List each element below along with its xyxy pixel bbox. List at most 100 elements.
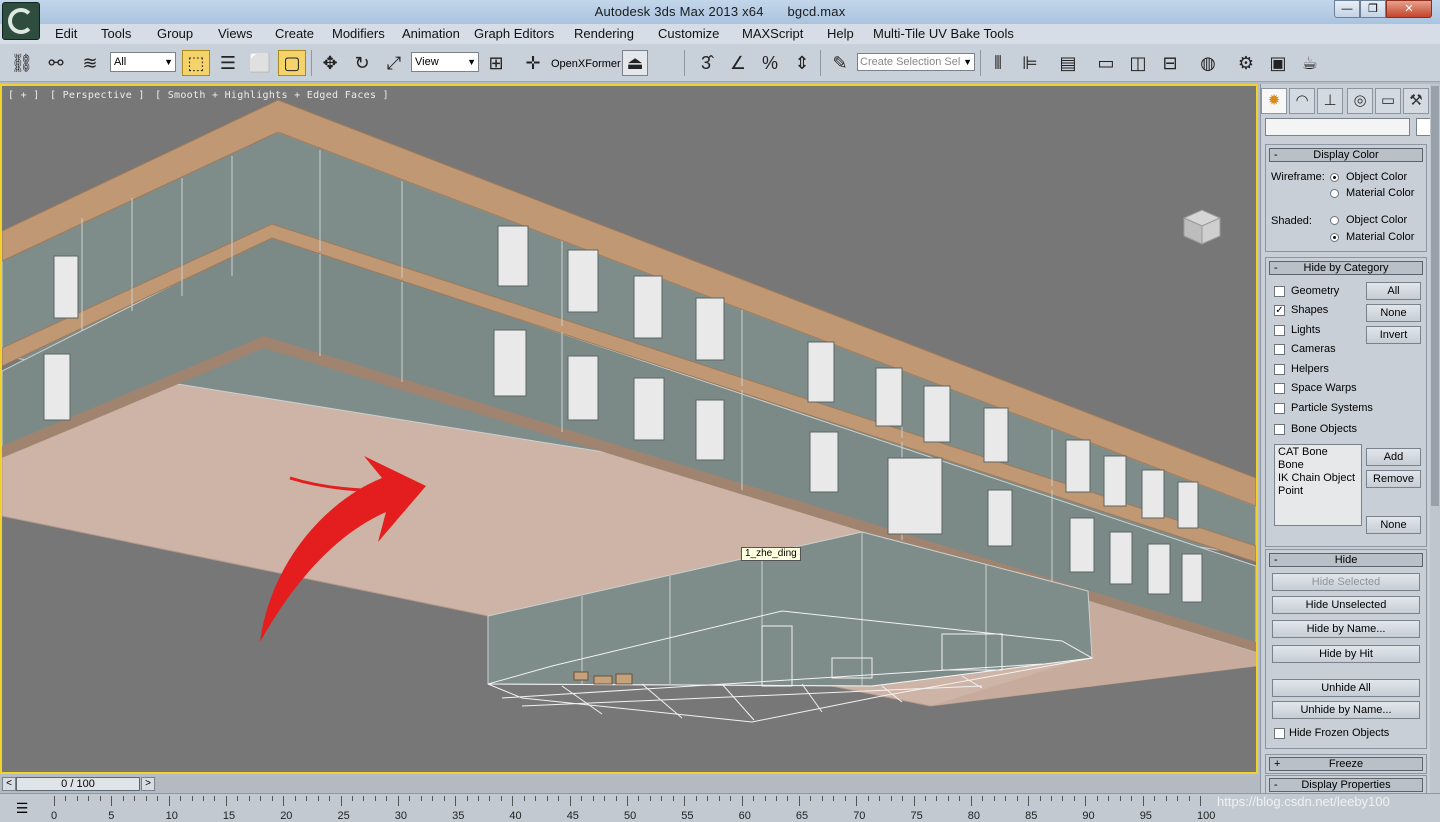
bone-objects-checkbox[interactable]: [1274, 424, 1285, 435]
angle-snap-icon[interactable]: ∠: [724, 50, 752, 76]
snaps-toggle-icon[interactable]: 3̂: [692, 50, 720, 76]
list-item[interactable]: IK Chain Object: [1278, 472, 1358, 485]
category-list[interactable]: CAT Bone Bone IK Chain Object Point: [1274, 444, 1362, 526]
shaded-object-color-radio[interactable]: [1330, 216, 1339, 225]
menu-views[interactable]: Views: [218, 26, 252, 41]
menu-multitile-uv-bake[interactable]: Multi-Tile UV Bake Tools: [873, 26, 1014, 41]
curve-editor-icon[interactable]: ◫: [1124, 50, 1152, 76]
rectangular-selection-icon[interactable]: ⬜: [246, 50, 274, 76]
viewport-shading-menu[interactable]: [ Smooth + Highlights + Edged Faces ]: [155, 90, 389, 101]
menu-group[interactable]: Group: [157, 26, 193, 41]
mini-curve-editor-icon[interactable]: ☰: [10, 798, 34, 818]
minimize-button[interactable]: —: [1334, 0, 1360, 18]
window-crossing-icon[interactable]: ▢: [278, 50, 306, 76]
percent-snap-icon[interactable]: %: [756, 50, 784, 76]
display-tab-icon[interactable]: ▭: [1375, 88, 1401, 114]
menu-maxscript[interactable]: MAXScript: [742, 26, 803, 41]
close-button[interactable]: ✕: [1386, 0, 1432, 18]
freeze-header[interactable]: + Freeze: [1269, 757, 1423, 771]
category-invert-button[interactable]: Invert: [1366, 326, 1421, 344]
list-item[interactable]: CAT Bone: [1278, 446, 1358, 459]
render-production-icon[interactable]: ☕: [1296, 50, 1324, 76]
time-slider-thumb[interactable]: 0 / 100: [16, 777, 140, 791]
menu-modifiers[interactable]: Modifiers: [332, 26, 385, 41]
unhide-by-name-button[interactable]: Unhide by Name...: [1272, 701, 1420, 719]
mirror-icon[interactable]: ⫴: [984, 50, 1012, 76]
hierarchy-tab-icon[interactable]: ⊥: [1317, 88, 1343, 114]
schematic-view-icon[interactable]: ⊟: [1156, 50, 1184, 76]
hide-unselected-button[interactable]: Hide Unselected: [1272, 596, 1420, 614]
menu-tools[interactable]: Tools: [101, 26, 131, 41]
wireframe-material-color-radio[interactable]: [1330, 189, 1339, 198]
maximize-button[interactable]: ❐: [1360, 0, 1386, 18]
hide-frozen-objects-checkbox[interactable]: [1274, 728, 1285, 739]
material-editor-icon[interactable]: ◍: [1194, 50, 1222, 76]
particle-systems-checkbox[interactable]: [1274, 403, 1285, 414]
menu-animation[interactable]: Animation: [402, 26, 460, 41]
rendered-frame-window-icon[interactable]: ▣: [1264, 50, 1292, 76]
list-add-button[interactable]: Add: [1366, 448, 1421, 466]
utilities-tab-icon[interactable]: ⚒: [1403, 88, 1429, 114]
category-all-button[interactable]: All: [1366, 282, 1421, 300]
perspective-viewport[interactable]: [ + ] [ Perspective ] [ Smooth + Highlig…: [0, 84, 1258, 774]
select-and-rotate-icon[interactable]: ↻: [348, 50, 376, 76]
create-tab-icon[interactable]: ✹: [1261, 88, 1287, 114]
reference-coordinate-dropdown[interactable]: View ▼: [411, 52, 479, 72]
select-and-link-icon[interactable]: ⛓: [8, 50, 36, 76]
space-warps-checkbox[interactable]: [1274, 383, 1285, 394]
previous-frame-button[interactable]: <: [2, 777, 16, 791]
select-and-scale-icon[interactable]: ⤢: [380, 50, 408, 76]
selection-filter-dropdown[interactable]: All ▼: [110, 52, 176, 72]
command-panel-scrollbar[interactable]: [1430, 84, 1440, 796]
select-object-icon[interactable]: ⬚: [182, 50, 210, 76]
wireframe-object-color-radio[interactable]: [1330, 173, 1339, 182]
viewport-pov-menu[interactable]: [ Perspective ]: [50, 90, 145, 101]
spinner-snap-icon[interactable]: ⇕: [788, 50, 816, 76]
bind-space-warp-icon[interactable]: ≋: [76, 50, 104, 76]
next-frame-button[interactable]: >: [141, 777, 155, 791]
menu-customize[interactable]: Customize: [658, 26, 719, 41]
object-name-field[interactable]: [1265, 118, 1410, 136]
openxformer-icon[interactable]: ✛: [519, 50, 547, 76]
display-color-header[interactable]: - Display Color: [1269, 148, 1423, 162]
menu-help[interactable]: Help: [827, 26, 854, 41]
geometry-checkbox[interactable]: [1274, 286, 1285, 297]
align-icon[interactable]: ⊫: [1016, 50, 1044, 76]
list-remove-button[interactable]: Remove: [1366, 470, 1421, 488]
modify-tab-icon[interactable]: ◠: [1289, 88, 1315, 114]
viewport-plus-menu[interactable]: [ + ]: [8, 90, 40, 101]
pivot-center-icon[interactable]: ⊞: [482, 50, 510, 76]
display-properties-header[interactable]: - Display Properties: [1269, 778, 1423, 792]
cameras-checkbox[interactable]: [1274, 344, 1285, 355]
motion-tab-icon[interactable]: ◎: [1347, 88, 1373, 114]
named-selection-set-input[interactable]: Create Selection Sel ▼: [857, 53, 975, 71]
shaded-material-color-radio[interactable]: [1330, 233, 1339, 242]
hide-selected-button[interactable]: Hide Selected: [1272, 573, 1420, 591]
edit-named-selection-icon[interactable]: ✎: [826, 50, 854, 76]
unhide-all-button[interactable]: Unhide All: [1272, 679, 1420, 697]
scrollbar-thumb[interactable]: [1431, 86, 1439, 506]
menu-graph-editors[interactable]: Graph Editors: [474, 26, 554, 41]
hide-header[interactable]: - Hide: [1269, 553, 1423, 567]
select-by-name-icon[interactable]: ☰: [214, 50, 242, 76]
layer-manager-icon[interactable]: ▤: [1054, 50, 1082, 76]
viewport-label[interactable]: [ + ] [ Perspective ] [ Smooth + Highlig…: [8, 90, 393, 101]
unlink-selection-icon[interactable]: ⚯: [42, 50, 70, 76]
hide-by-hit-button[interactable]: Hide by Hit: [1272, 645, 1420, 663]
menu-rendering[interactable]: Rendering: [574, 26, 634, 41]
select-and-move-icon[interactable]: ✥: [316, 50, 344, 76]
helpers-checkbox[interactable]: [1274, 364, 1285, 375]
list-item[interactable]: Bone: [1278, 459, 1358, 472]
viewcube-icon[interactable]: [1180, 206, 1224, 246]
hide-by-name-button[interactable]: Hide by Name...: [1272, 620, 1420, 638]
list-item[interactable]: Point: [1278, 485, 1358, 498]
menu-edit[interactable]: Edit: [55, 26, 77, 41]
category-none-button[interactable]: None: [1366, 304, 1421, 322]
lights-checkbox[interactable]: [1274, 325, 1285, 336]
app-menu-logo-icon[interactable]: [2, 2, 40, 40]
menu-create[interactable]: Create: [275, 26, 314, 41]
list-none-button[interactable]: None: [1366, 516, 1421, 534]
hide-by-category-header[interactable]: - Hide by Category: [1269, 261, 1423, 275]
openxformer-label[interactable]: OpenXFormer: [551, 58, 621, 70]
upload-icon[interactable]: ⏏: [622, 50, 648, 76]
